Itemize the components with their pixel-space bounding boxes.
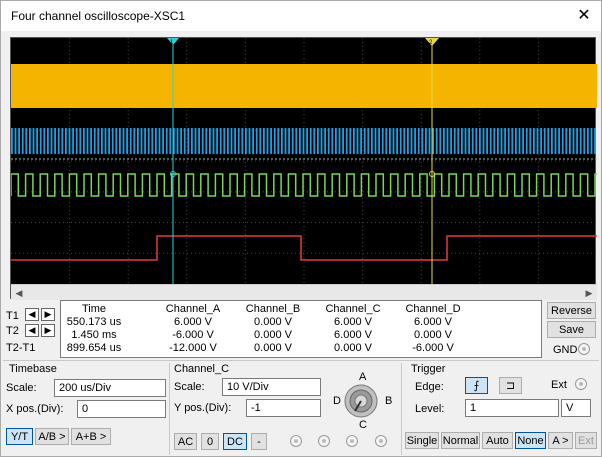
falling-edge-button[interactable]: ⊐ (499, 377, 522, 394)
xpos-label: X pos.(Div): (6, 403, 64, 415)
scroll-right-icon[interactable]: ▶ (581, 285, 597, 301)
t1-a: 6.000 V (174, 316, 212, 328)
yt-button[interactable]: Y/T (6, 428, 33, 445)
ab-button[interactable]: A/B > (35, 428, 69, 445)
a-select-button[interactable]: A > (548, 432, 573, 449)
reverse-button[interactable]: Reverse (547, 302, 596, 319)
auto-button[interactable]: Auto (482, 432, 513, 449)
level-unit-select[interactable]: V (561, 399, 591, 417)
trigger-title: Trigger (411, 363, 446, 375)
xpos-input[interactable]: 0 (77, 400, 166, 418)
t1-c: 6.000 V (334, 316, 372, 328)
channel-scale-input[interactable]: 10 V/Div (222, 378, 321, 396)
channel-radio-2[interactable] (318, 435, 330, 447)
t1-d: 6.000 V (414, 316, 452, 328)
t1-label: T1 (6, 310, 19, 322)
channel-d-trace (11, 235, 597, 261)
ypos-input[interactable]: -1 (246, 399, 321, 417)
t2-label: T2 (6, 325, 19, 337)
t1-b: 0.000 V (254, 316, 292, 328)
t1-right-arrow-icon[interactable]: ▶ (41, 308, 55, 321)
knob-label-b: B (385, 395, 393, 407)
t2-time: 1.450 ms (71, 329, 117, 341)
channel-radio-4[interactable] (375, 435, 387, 447)
channel-a-trace (11, 64, 597, 108)
timebase-title: Timebase (9, 363, 57, 375)
t2-d: 0.000 V (414, 329, 452, 341)
aplusb-button[interactable]: A+B > (71, 428, 111, 445)
diff-b: 0.000 V (254, 342, 292, 354)
t2-t1-label: T2-T1 (6, 342, 36, 354)
timebase-scale-label: Scale: (6, 382, 37, 394)
knob-label-d: D (333, 395, 341, 407)
t2-right-arrow-icon[interactable]: ▶ (41, 324, 55, 337)
ext-label: Ext (551, 379, 567, 391)
header-channel-c: Channel_C (325, 303, 381, 315)
t1-time: 550.173 us (66, 316, 122, 328)
time-scrollbar[interactable]: ◀ ▶ (11, 284, 597, 300)
t2-a: -6.000 V (172, 329, 214, 341)
ac-button[interactable]: AC (174, 433, 197, 450)
channel-title: Channel_C (174, 363, 230, 375)
diff-a: -12.000 V (169, 342, 217, 354)
cursor-readout-table: Time Channel_A Channel_B Channel_C Chann… (60, 300, 542, 358)
waveform-plot: 1 2 (11, 38, 597, 284)
single-button[interactable]: Single (405, 432, 439, 449)
diff-d: -6.000 V (412, 342, 454, 354)
t1-left-arrow-icon[interactable]: ◀ (25, 308, 39, 321)
channel-c-trace (11, 173, 597, 197)
scope-display[interactable]: 1 2 ◀ ▶ (10, 37, 597, 300)
t2-left-arrow-icon[interactable]: ◀ (25, 324, 39, 337)
close-icon[interactable]: ✕ (571, 3, 597, 29)
normal-button[interactable]: Normal (441, 432, 480, 449)
channel-radio-1[interactable] (290, 435, 302, 447)
channel-scale-label: Scale: (174, 381, 205, 393)
dc-button[interactable]: DC (223, 433, 247, 450)
header-time: Time (81, 303, 107, 315)
t2-c: 6.000 V (334, 329, 372, 341)
falling-edge-icon: ⊐ (505, 380, 516, 392)
channel-radio-3[interactable] (346, 435, 358, 447)
edge-label: Edge: (415, 381, 444, 393)
header-channel-a: Channel_A (165, 303, 221, 315)
ext-radio[interactable] (575, 378, 587, 390)
gnd-radio[interactable] (578, 343, 590, 355)
knob-label-a: A (359, 371, 367, 383)
scroll-left-icon[interactable]: ◀ (11, 285, 27, 301)
rising-edge-button[interactable]: ⨍ (465, 377, 488, 394)
knob-label-c: C (359, 419, 367, 431)
level-label: Level: (415, 403, 445, 415)
oscilloscope-window: Four channel oscilloscope-XSC1 ✕ 1 2 ◀ ▶… (0, 0, 602, 457)
zero-button[interactable]: 0 (201, 433, 219, 450)
rising-edge-icon: ⨍ (473, 380, 480, 392)
timebase-scale-input[interactable]: 200 us/Div (54, 379, 166, 397)
header-channel-b: Channel_B (245, 303, 301, 315)
invert-button[interactable]: - (251, 433, 267, 450)
ypos-label: Y pos.(Div): (174, 402, 232, 414)
gnd-label: GND (553, 344, 578, 356)
level-input[interactable]: 1 (465, 399, 559, 417)
t2-b: 0.000 V (254, 329, 292, 341)
window-title: Four channel oscilloscope-XSC1 (11, 9, 186, 23)
channel-b-trace (11, 128, 596, 154)
header-channel-d: Channel_D (405, 303, 461, 315)
diff-time: 899.654 us (66, 342, 122, 354)
ext-button[interactable]: Ext (575, 432, 597, 449)
channel-selector-knob[interactable] (343, 383, 379, 419)
diff-c: 0.000 V (334, 342, 372, 354)
none-button[interactable]: None (515, 432, 546, 449)
title-bar: Four channel oscilloscope-XSC1 ✕ (1, 1, 601, 31)
save-button[interactable]: Save (547, 321, 596, 338)
